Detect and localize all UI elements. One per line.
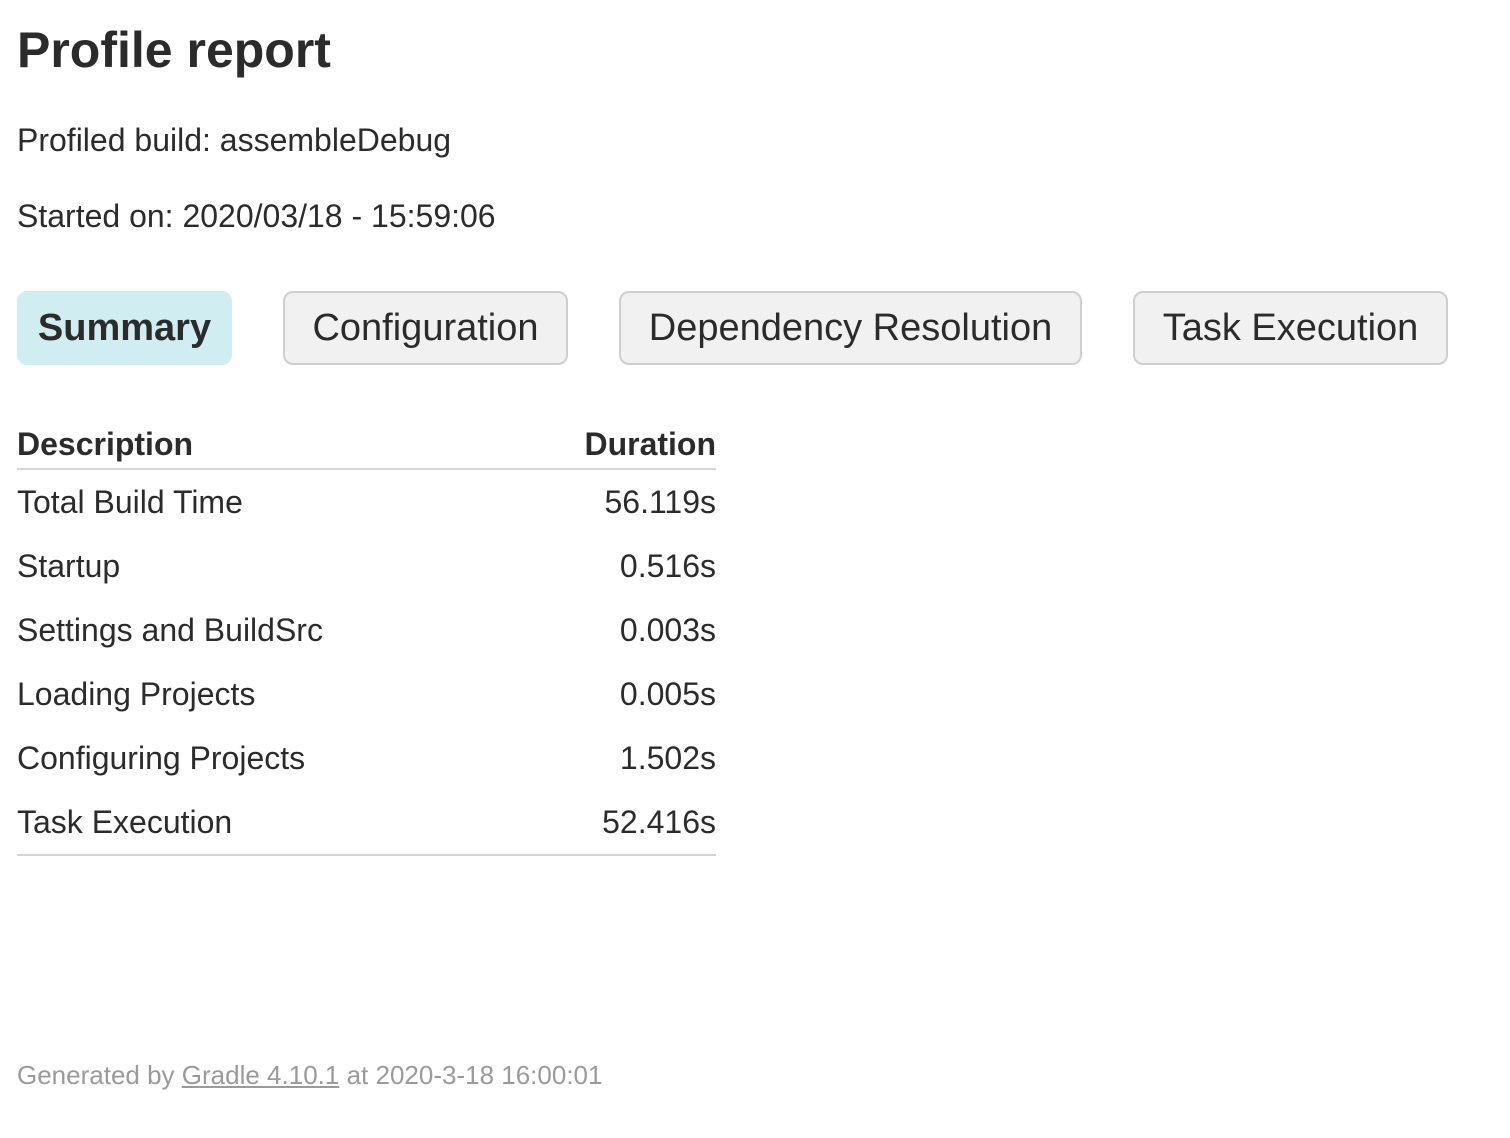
started-on-line: Started on: 2020/03/18 - 15:59:06 — [17, 196, 496, 236]
row-description: Settings and BuildSrc — [17, 611, 323, 648]
table-row: Startup 0.516s — [17, 534, 716, 598]
table-row: Task Execution 52.416s — [17, 790, 716, 856]
table-row: Configuring Projects 1.502s — [17, 726, 716, 790]
profiled-build-value: assembleDebug — [219, 122, 452, 158]
row-description: Total Build Time — [17, 483, 243, 520]
tab-configuration[interactable]: Configuration — [283, 291, 568, 365]
footer: Generated by Gradle 4.10.1 at 2020-3-18 … — [17, 1058, 602, 1092]
summary-table: Description Duration Total Build Time 56… — [17, 420, 716, 856]
row-duration: 56.119s — [604, 483, 717, 520]
tab-task-execution[interactable]: Task Execution — [1133, 291, 1448, 365]
page-title: Profile report — [17, 22, 331, 78]
started-on-value: 2020/03/18 - 15:59:06 — [182, 198, 496, 234]
row-description: Loading Projects — [17, 675, 256, 712]
started-on-label: Started on: — [17, 198, 174, 234]
table-row: Settings and BuildSrc 0.003s — [17, 598, 716, 662]
row-duration: 52.416s — [505, 790, 716, 856]
column-header-description: Description — [17, 420, 506, 470]
row-description: Startup — [17, 547, 121, 584]
gradle-version-link[interactable]: Gradle 4.10.1 — [182, 1060, 340, 1090]
profiled-build-line: Profiled build: assembleDebug — [17, 120, 451, 160]
row-description: Task Execution — [17, 790, 506, 856]
footer-prefix: Generated by — [17, 1060, 175, 1090]
tab-dependency-resolution[interactable]: Dependency Resolution — [619, 291, 1082, 365]
table-row: Loading Projects 0.005s — [17, 662, 716, 726]
row-duration: 0.516s — [619, 547, 716, 584]
table-row: Total Build Time 56.119s — [17, 469, 716, 534]
profile-report-page: Profile report Profiled build: assembleD… — [17, 0, 1510, 1138]
tab-summary[interactable]: Summary — [17, 291, 232, 365]
row-duration: 1.502s — [619, 739, 716, 776]
row-duration: 0.003s — [619, 611, 716, 648]
table-header-row: Description Duration — [17, 420, 716, 470]
footer-suffix: at 2020-3-18 16:00:01 — [346, 1060, 603, 1090]
column-header-duration: Duration — [505, 420, 716, 470]
profiled-build-label: Profiled build: — [17, 122, 211, 158]
row-duration: 0.005s — [619, 675, 716, 712]
row-description: Configuring Projects — [17, 739, 306, 776]
